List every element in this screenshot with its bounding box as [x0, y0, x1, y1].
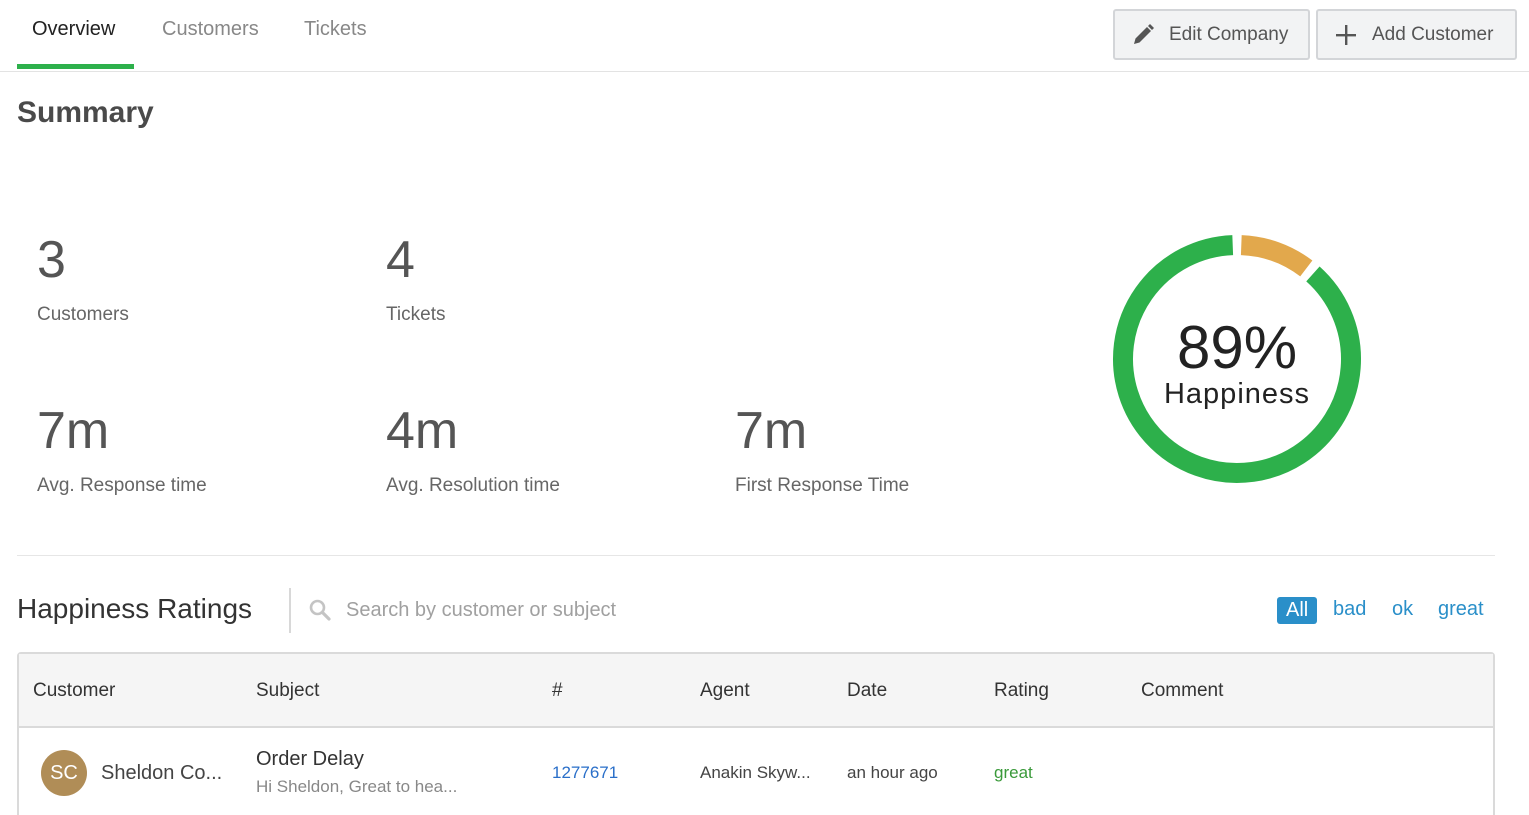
edit-company-button[interactable]: Edit Company: [1113, 9, 1310, 60]
stat-avg-resolution: 4m Avg. Resolution time: [386, 405, 560, 497]
stat-label: First Response Time: [735, 475, 910, 496]
ratings-heading: Happiness Ratings: [17, 593, 253, 624]
column-header-subject[interactable]: Subject: [256, 680, 319, 702]
happiness-percent: 89%: [1176, 314, 1298, 381]
row-subject-snippet: Hi Sheldon, Great to hea...: [256, 777, 458, 796]
add-customer-label: Add Customer: [1372, 23, 1494, 45]
stat-label: Avg. Resolution time: [386, 475, 560, 496]
edit-company-label: Edit Company: [1169, 23, 1289, 45]
column-header-number[interactable]: #: [552, 680, 563, 702]
stat-value: 3: [37, 231, 66, 289]
filter-ok[interactable]: ok: [1392, 598, 1413, 621]
stat-first-response: 7m First Response Time: [735, 405, 909, 497]
top-nav: Overview Customers Tickets Edit Company …: [0, 0, 1529, 72]
stat-value: 4: [386, 231, 415, 289]
column-header-date[interactable]: Date: [847, 680, 887, 702]
tab-tickets[interactable]: Tickets: [304, 18, 367, 41]
stat-value: 4m: [386, 402, 459, 460]
happiness-donut: 89% Happiness: [1110, 232, 1364, 486]
donut-center: 89% Happiness: [1110, 232, 1364, 486]
row-ticket-link[interactable]: 1277671: [552, 763, 618, 783]
filter-bad[interactable]: bad: [1333, 598, 1366, 621]
happiness-label: Happiness: [1163, 378, 1311, 410]
filter-great[interactable]: great: [1438, 598, 1484, 621]
stat-value: 7m: [37, 402, 110, 460]
row-subject-title: Order Delay: [256, 748, 364, 770]
plus-icon: [1336, 24, 1356, 45]
heading-separator: [289, 588, 291, 633]
stat-value: 7m: [735, 402, 808, 460]
stat-label: Tickets: [386, 304, 446, 325]
avatar: SC: [41, 750, 87, 796]
column-header-comment[interactable]: Comment: [1141, 680, 1223, 702]
row-date: an hour ago: [847, 763, 938, 782]
row-customer-name[interactable]: Sheldon Co...: [101, 762, 222, 785]
search-icon: [309, 599, 331, 621]
stat-label: Customers: [37, 304, 129, 325]
tab-overview[interactable]: Overview: [32, 18, 115, 41]
stat-avg-response: 7m Avg. Response time: [37, 405, 207, 497]
column-header-customer[interactable]: Customer: [33, 680, 115, 702]
tab-customers[interactable]: Customers: [162, 18, 259, 41]
ratings-table: Customer Subject # Agent Date Rating Com…: [17, 652, 1495, 815]
stat-customers: 3 Customers: [37, 234, 129, 326]
add-customer-button[interactable]: Add Customer: [1316, 9, 1517, 60]
table-header: Customer Subject # Agent Date Rating Com…: [19, 654, 1493, 728]
stat-label: Avg. Response time: [37, 475, 207, 496]
summary-heading: Summary: [17, 96, 154, 129]
pencil-icon: [1134, 23, 1154, 44]
column-header-rating[interactable]: Rating: [994, 680, 1049, 702]
active-tab-indicator: [17, 64, 134, 69]
ratings-search-input[interactable]: [346, 594, 746, 626]
stat-tickets: 4 Tickets: [386, 234, 445, 326]
section-divider: [17, 555, 1495, 556]
row-rating: great: [994, 763, 1033, 782]
row-agent: Anakin Skyw...: [700, 763, 811, 782]
row-subject[interactable]: Order Delay Hi Sheldon, Great to hea...: [256, 748, 457, 797]
column-header-agent[interactable]: Agent: [700, 680, 750, 702]
filter-all[interactable]: All: [1277, 597, 1318, 624]
